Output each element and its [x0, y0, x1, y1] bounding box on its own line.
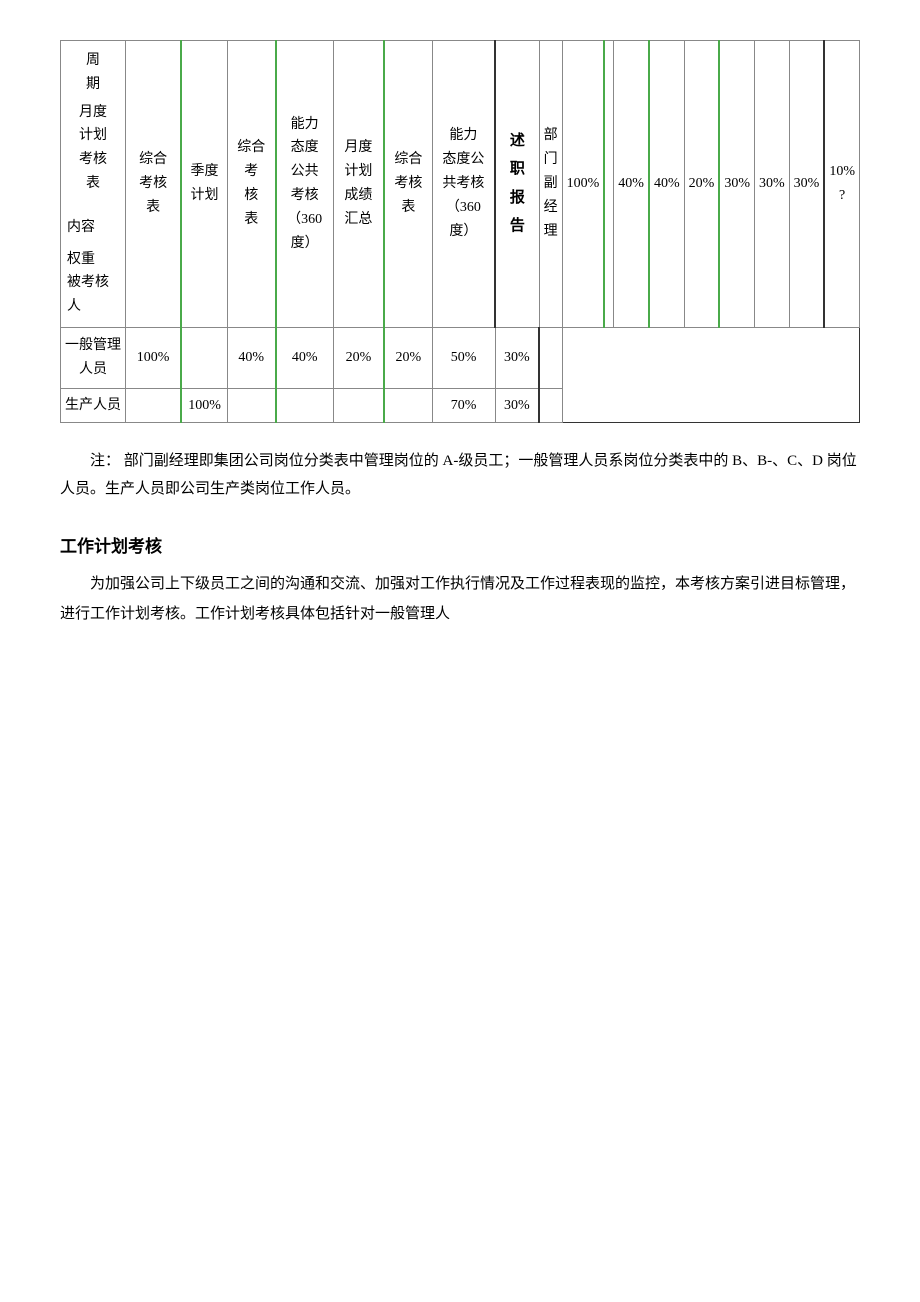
row-bumenfujingli-col6: 30%	[719, 41, 754, 328]
row-shengchan-col8: 30%	[495, 388, 539, 422]
header-zonghe-kaohebiao3: 综合 考核 表	[384, 41, 432, 328]
header-shuzhi-baogao: 述 职 报 告	[495, 41, 539, 328]
row-shengchan-col3	[227, 388, 275, 422]
header-yudu-jihua-chengjihui: 月度 计划 成绩 汇总	[333, 41, 384, 328]
section-title: 工作计划考核	[60, 532, 860, 557]
header-nengli-taidu-gonggong-360: 能力 态度公 共考核 （360 度）	[432, 41, 495, 328]
section-body: 为加强公司上下级员工之间的沟通和交流、加强对工作执行情况及工作过程表现的监控，本…	[60, 569, 860, 629]
row-bumenfujingli-name: 部门副经 理	[539, 41, 562, 328]
row-shengchan-col1	[126, 388, 182, 422]
header-jidu-jihua: 季度 计划	[181, 41, 227, 328]
assessment-table: 周 期 月度 计划 考核 表 内容 权重 被考核人	[60, 40, 860, 423]
row-shengchan-name: 生产人员	[61, 388, 126, 422]
row-bumenfujingli-col8: 30%	[789, 41, 824, 328]
row-bumenfujingli-col2	[604, 41, 614, 328]
row-bumenfujingli-col4: 40%	[649, 41, 684, 328]
row-yiban-guanli-col8: 30%	[495, 327, 539, 388]
row-yiban-guanli-col2	[181, 327, 227, 388]
row-yiban-guanli-col6: 20%	[384, 327, 432, 388]
row-bumenfujingli-col1: 100%	[562, 41, 604, 328]
row-yiban-guanli-col5: 20%	[333, 327, 384, 388]
row-bumenfujingli-col5: 20%	[684, 41, 719, 328]
row-shengchan-col9	[539, 388, 562, 422]
row-shengchan-col7: 70%	[432, 388, 495, 422]
row-yiban-guanli-name: 一般管理 人员	[61, 327, 126, 388]
row-bumenfujingli-col3: 40%	[614, 41, 649, 328]
row-yiban-guanli-col7: 50%	[432, 327, 495, 388]
row-yiban-guanli-col1: 100%	[126, 327, 182, 388]
note-label: 注：	[90, 453, 120, 469]
row-bumenfujingli-col9: 10% ?	[824, 41, 859, 328]
row-yiban-guanli-col4: 40%	[276, 327, 334, 388]
row-shengchan-col2: 100%	[181, 388, 227, 422]
main-table-wrapper: 周 期 月度 计划 考核 表 内容 权重 被考核人	[60, 40, 860, 423]
row-bumenfujingli-col7: 30%	[754, 41, 789, 328]
row-shengchan-col6	[384, 388, 432, 422]
note-text: 部门副经理即集团公司岗位分类表中管理岗位的 A-级员工；一般管理人员系岗位分类表…	[60, 453, 857, 498]
header-zonghe-kaohe-biao: 综合 考核 表	[126, 41, 182, 328]
row-yiban-guanli-col3: 40%	[227, 327, 275, 388]
row-shengchan-col4	[276, 388, 334, 422]
row-yiban-guanli-col9	[539, 327, 562, 388]
row-shengchan-col5	[333, 388, 384, 422]
header-neirong: 周 期 月度 计划 考核 表 内容 权重 被考核人	[61, 41, 126, 328]
note-section: 注： 部门副经理即集团公司岗位分类表中管理岗位的 A-级员工；一般管理人员系岗位…	[60, 447, 860, 504]
header-nengli-taidu-gonggong: 能力 态度 公共 考核 （360 度）	[276, 41, 334, 328]
header-zonghe-kaohebiao2: 综合 考 核 表	[227, 41, 275, 328]
